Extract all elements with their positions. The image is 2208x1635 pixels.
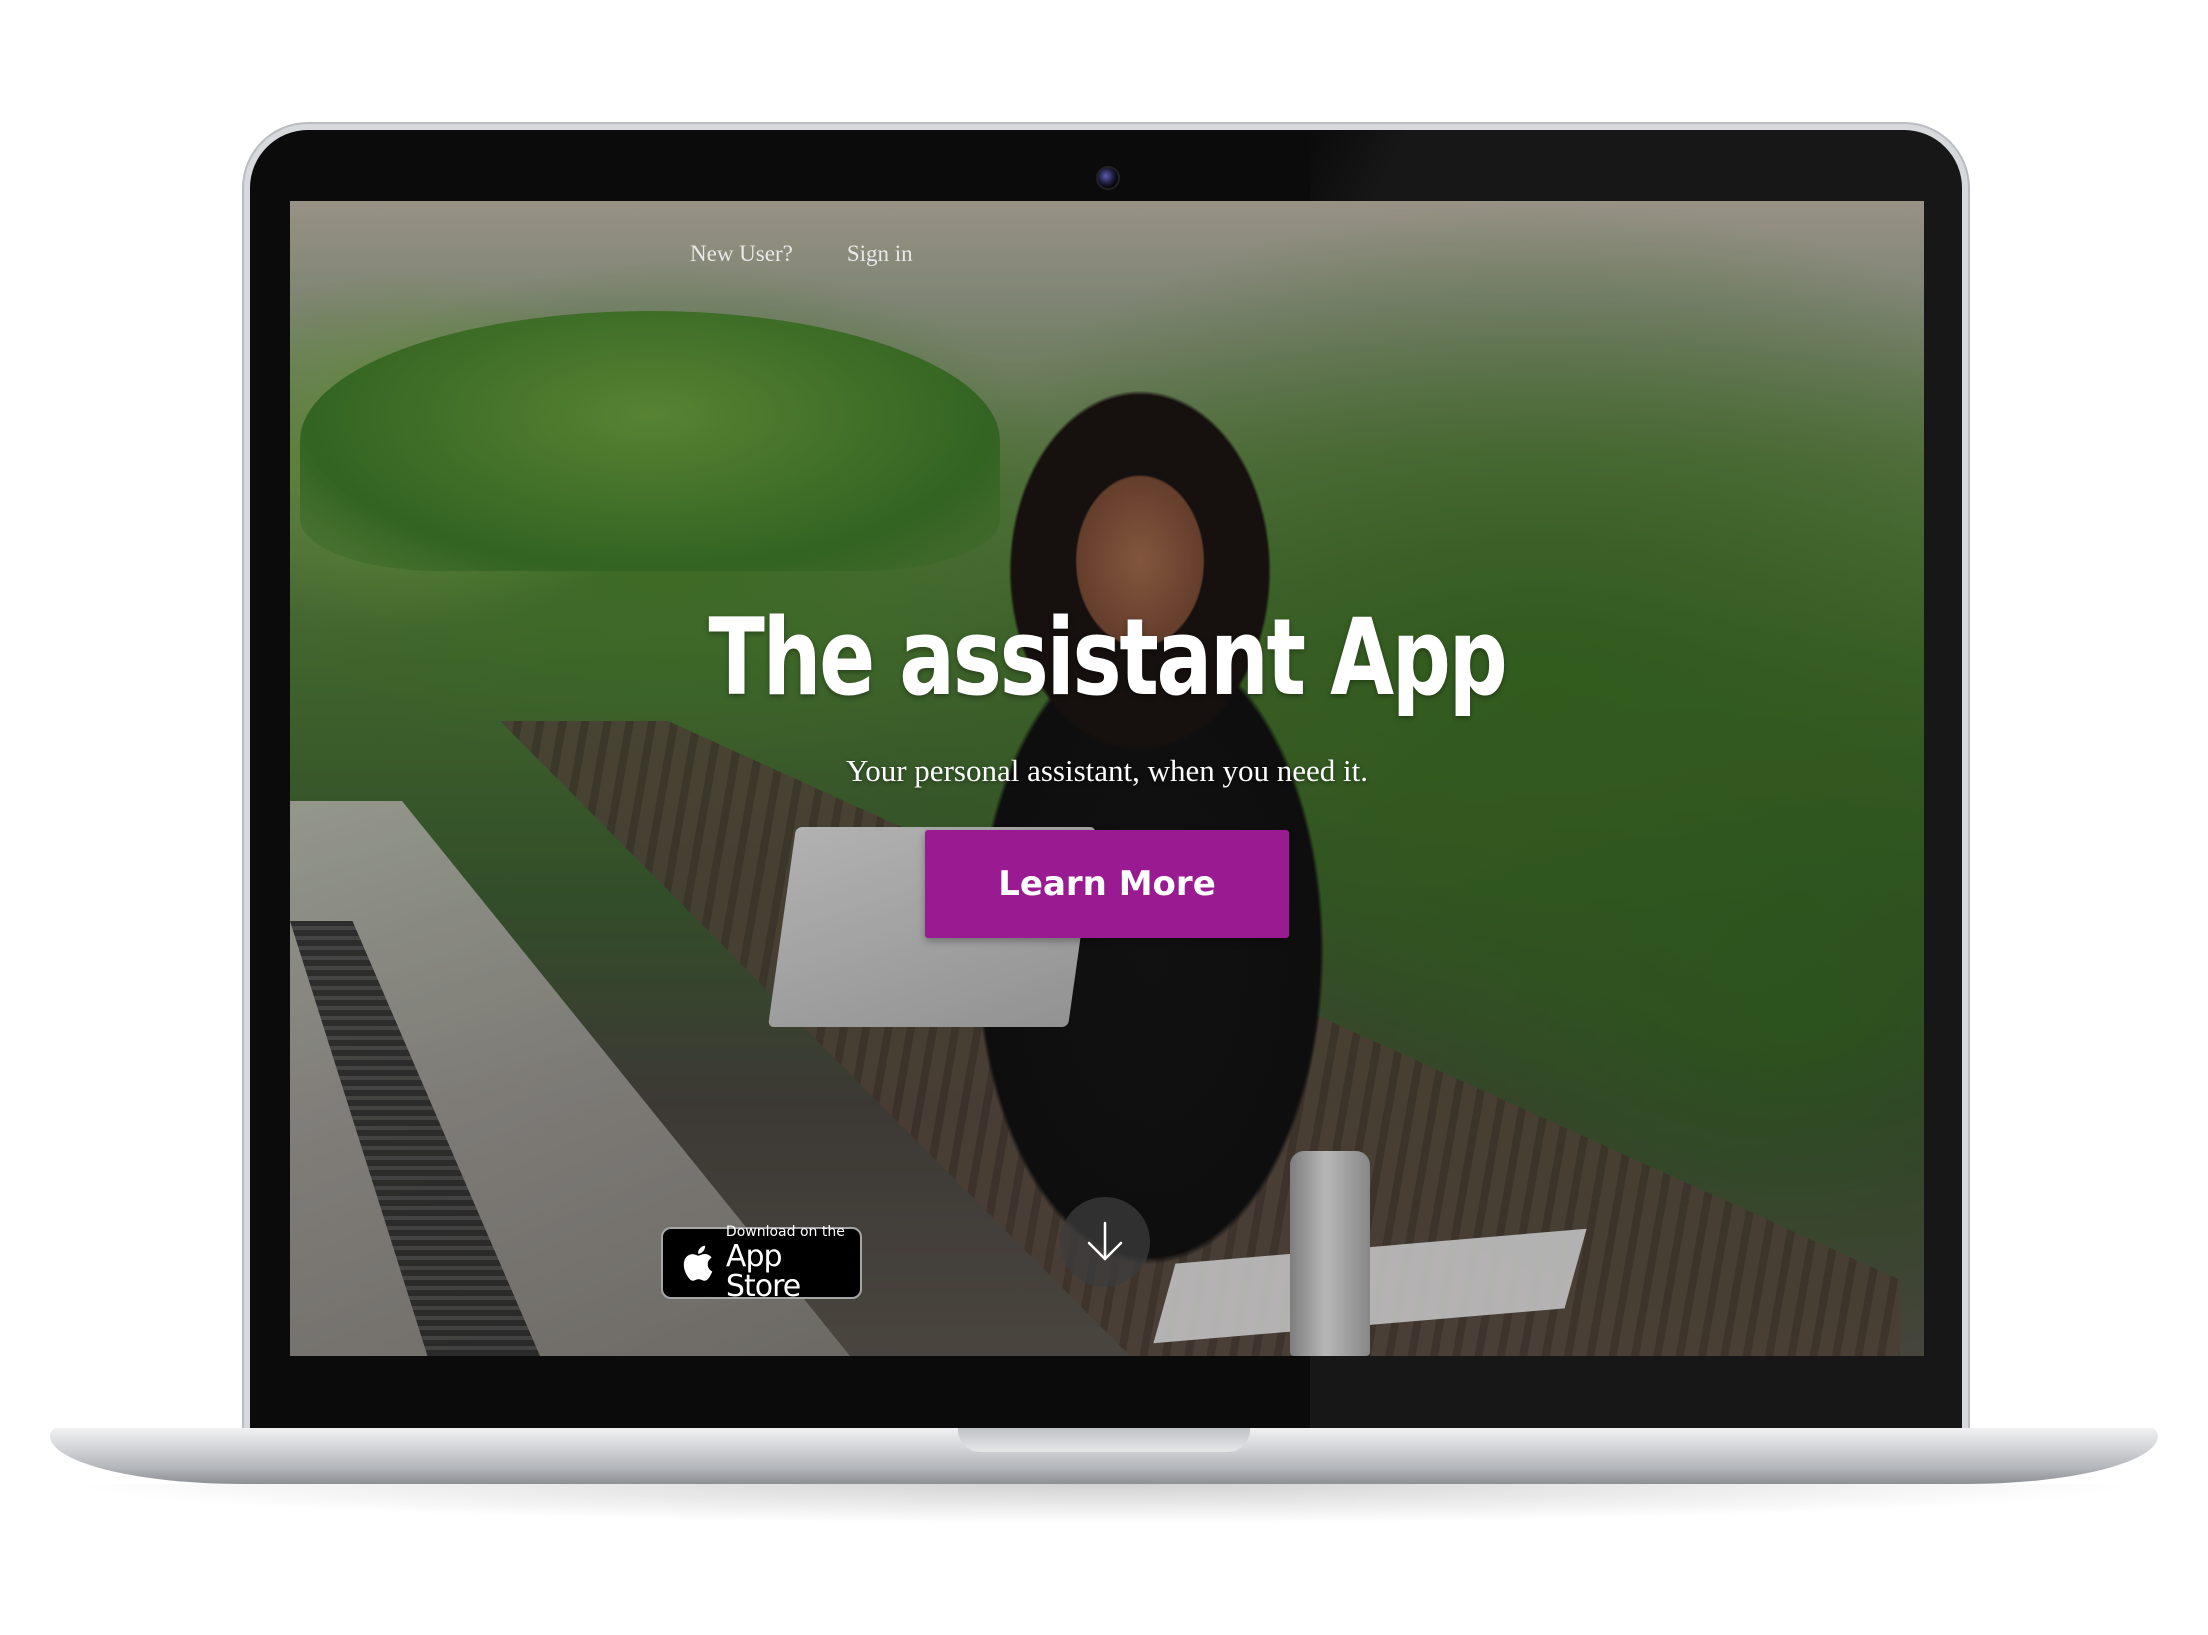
mockup-stage: New User? Sign in The assistant App Your… xyxy=(0,0,2208,1635)
scroll-down-button[interactable] xyxy=(1060,1197,1150,1287)
learn-more-button[interactable]: Learn More xyxy=(925,830,1289,938)
hero-title: The assistant App xyxy=(708,596,1508,719)
app-store-big-text: App Store xyxy=(725,1238,801,1304)
sign-in-link[interactable]: Sign in xyxy=(847,241,913,267)
laptop-screen: New User? Sign in The assistant App Your… xyxy=(290,201,1924,1356)
laptop-base xyxy=(50,1428,2158,1484)
hero-subtitle: Your personal assistant, when you need i… xyxy=(845,753,1369,788)
laptop-shadow xyxy=(60,1484,2148,1524)
arrow-down-icon xyxy=(1087,1221,1123,1261)
top-nav: New User? Sign in xyxy=(690,241,913,267)
app-store-text: Download on the App Store xyxy=(726,1225,860,1302)
app-store-badge[interactable]: Download on the App Store xyxy=(661,1225,862,1302)
app-store-small-text: Download on the xyxy=(725,1223,845,1240)
apple-icon xyxy=(683,1245,713,1281)
new-user-link[interactable]: New User? xyxy=(690,241,793,267)
laptop-base-notch xyxy=(958,1428,1250,1452)
camera-icon xyxy=(1096,166,1120,190)
